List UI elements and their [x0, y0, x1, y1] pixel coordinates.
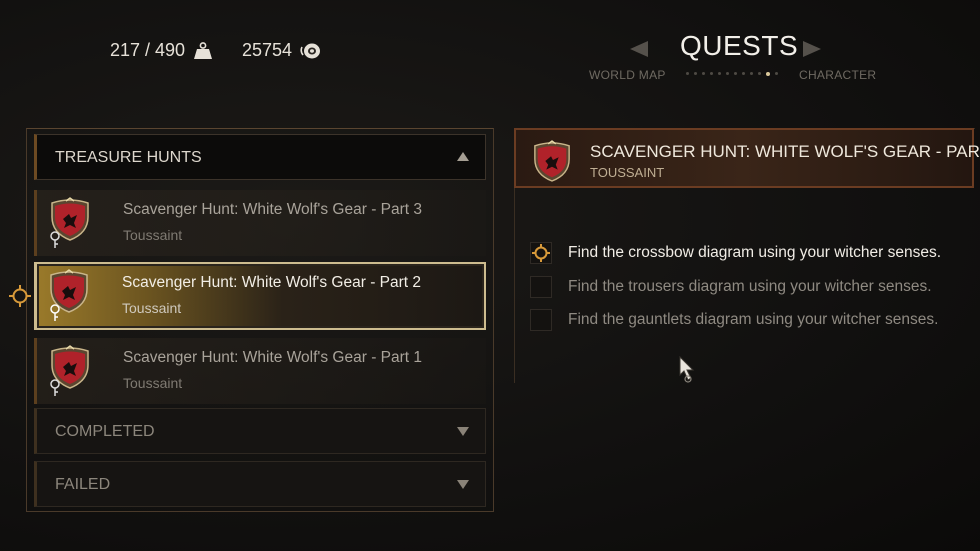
page-dot-active: [766, 71, 770, 76]
page-dot: [750, 72, 753, 75]
quest-title: Scavenger Hunt: White Wolf's Gear - Part…: [123, 201, 423, 218]
quest-title: Scavenger Hunt: White Wolf's Gear - Part…: [123, 349, 423, 366]
objective-text: Find the trousers diagram using your wit…: [568, 278, 932, 295]
weight-stat: 217 / 490: [110, 40, 213, 61]
category-label: FAILED: [55, 476, 111, 493]
quest-title: Scavenger Hunt: White Wolf's Gear - Part…: [122, 274, 422, 291]
page-dot: [734, 72, 737, 75]
expand-arrow-icon: [457, 427, 469, 436]
quest-region: Toussaint: [122, 300, 182, 316]
page-dot: [742, 72, 745, 75]
prev-tab-arrow-icon[interactable]: [630, 41, 648, 57]
objective-text: Find the crossbow diagram using your wit…: [568, 244, 942, 261]
category-completed[interactable]: COMPLETED: [34, 408, 486, 454]
next-tab-arrow-icon[interactable]: [803, 41, 821, 57]
page-dot: [694, 72, 697, 75]
page-title: QUESTS: [680, 30, 799, 61]
mouse-cursor-icon: [679, 356, 695, 383]
page-dot: [775, 72, 778, 75]
treasure-marker-icon: [50, 231, 60, 248]
objective-item-active: Find the crossbow diagram using your wit…: [530, 242, 941, 264]
objective-checkbox: [530, 309, 552, 331]
page-dot: [710, 72, 713, 75]
quest-region: Toussaint: [123, 227, 183, 243]
treasure-marker-icon: [50, 304, 60, 321]
objective-text: Find the gauntlets diagram using your wi…: [568, 311, 939, 328]
quest-item-selected[interactable]: Scavenger Hunt: White Wolf's Gear - Part…: [34, 262, 486, 330]
crowns-stat: 25754: [242, 40, 322, 61]
quest-item[interactable]: Scavenger Hunt: White Wolf's Gear - Part…: [34, 190, 486, 256]
tab-character[interactable]: CHARACTER: [799, 68, 876, 82]
objective-item: Find the trousers diagram using your wit…: [530, 276, 932, 298]
weight-icon: [193, 41, 213, 61]
page-dot: [726, 72, 729, 75]
page-indicator: [686, 71, 778, 76]
quest-detail-region: TOUSSAINT: [590, 165, 665, 180]
toussaint-shield-icon: [534, 140, 570, 182]
objective-checkbox: [530, 276, 552, 298]
objective-checkbox: [530, 242, 552, 264]
weight-value: 217 / 490: [110, 40, 186, 60]
quest-region: Toussaint: [123, 375, 183, 391]
coin-icon: [300, 41, 322, 61]
page-dot: [702, 72, 705, 75]
quest-item[interactable]: Scavenger Hunt: White Wolf's Gear - Part…: [34, 338, 486, 404]
page-dot: [758, 72, 761, 75]
tab-world-map[interactable]: WORLD MAP: [589, 68, 666, 82]
treasure-marker-icon: [50, 379, 60, 396]
category-label: TREASURE HUNTS: [55, 149, 202, 166]
tracked-quest-icon: [9, 285, 31, 307]
quest-detail-header: SCAVENGER HUNT: WHITE WOLF'S GEAR - PART…: [514, 128, 980, 188]
collapse-arrow-icon: [457, 152, 469, 161]
crowns-value: 25754: [242, 40, 293, 60]
objective-item: Find the gauntlets diagram using your wi…: [530, 309, 938, 331]
expand-arrow-icon: [457, 480, 469, 489]
tracked-objective-icon: [532, 244, 550, 262]
quest-detail-title: SCAVENGER HUNT: WHITE WOLF'S GEAR - PART…: [590, 142, 980, 161]
page-dot: [718, 72, 721, 75]
category-failed[interactable]: FAILED: [34, 461, 486, 507]
page-dot: [686, 72, 689, 75]
category-label: COMPLETED: [55, 423, 155, 440]
category-treasure-hunts[interactable]: TREASURE HUNTS: [34, 134, 486, 180]
